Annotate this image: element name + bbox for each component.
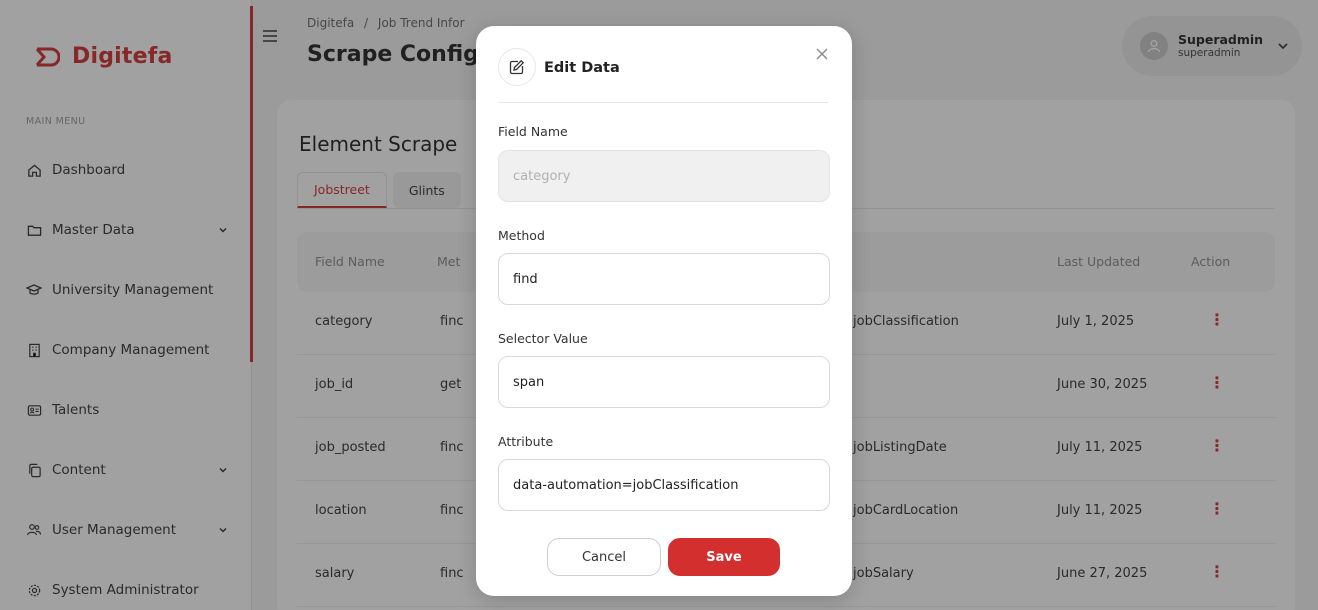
attribute-input-control[interactable] [513,477,815,493]
selector-value-input-control[interactable] [513,374,815,390]
method-label: Method [498,228,545,243]
method-input-control[interactable] [513,271,815,287]
field-name-label: Field Name [498,124,568,139]
close-button[interactable] [812,44,832,64]
attribute-input[interactable] [498,459,830,511]
field-name-input-control [513,168,815,184]
method-input[interactable] [498,253,830,305]
save-button[interactable]: Save [668,538,780,576]
edit-data-modal: Edit Data Field Name Method Selector Val… [476,26,852,596]
attribute-label: Attribute [498,434,554,449]
edit-icon [509,59,525,75]
close-icon [816,48,828,60]
modal-icon-badge [498,48,536,86]
field-name-input [498,150,830,202]
selector-value-input[interactable] [498,356,830,408]
modal-title: Edit Data [544,60,620,76]
modal-divider [498,102,828,103]
cancel-button[interactable]: Cancel [547,538,661,576]
selector-value-label: Selector Value [498,331,588,346]
